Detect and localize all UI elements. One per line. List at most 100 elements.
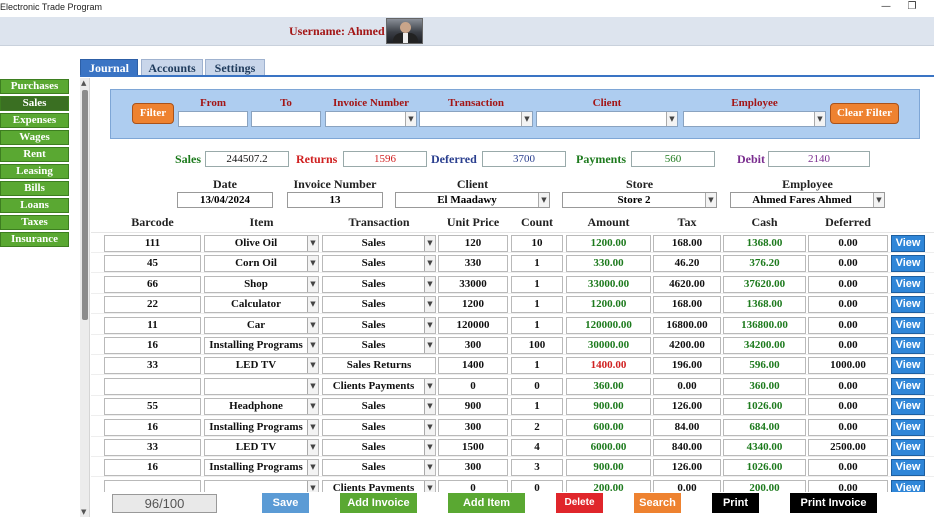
chevron-down-icon[interactable]: ▼ (424, 317, 435, 333)
transaction-select[interactable]: Sales ▼ (322, 398, 436, 416)
view-button[interactable]: View (891, 296, 925, 314)
view-button[interactable]: View (891, 316, 925, 334)
transaction-select[interactable]: Sales ▼ (322, 235, 436, 252)
tab-journal[interactable]: Journal (80, 59, 138, 76)
client-select[interactable]: El Maadawy ▼ (395, 192, 550, 208)
client-filter[interactable]: ▼ (536, 111, 678, 127)
chevron-down-icon[interactable]: ▼ (424, 338, 435, 353)
view-button[interactable]: View (891, 275, 925, 293)
unit-price-cell[interactable]: 300 (438, 337, 508, 354)
menu-item-loans[interactable]: Loans (0, 198, 69, 213)
menu-item-leasing[interactable]: Leasing (0, 164, 69, 179)
chevron-down-icon[interactable]: ▼ (307, 276, 318, 292)
invoice-number-filter[interactable]: ▼ (325, 111, 417, 127)
date-input[interactable]: 13/04/2024 (177, 192, 273, 208)
item-select[interactable]: ▼ (204, 377, 319, 395)
view-button[interactable]: View (891, 459, 925, 477)
chevron-down-icon[interactable]: ▼ (705, 193, 716, 207)
transaction-select[interactable]: Sales ▼ (322, 255, 436, 273)
item-select[interactable]: Corn Oil ▼ (204, 255, 319, 273)
scroll-up-icon[interactable]: ▲ (81, 79, 86, 87)
barcode-cell[interactable]: 16 (104, 459, 201, 477)
view-button[interactable]: View (891, 439, 925, 456)
count-cell[interactable]: 4 (511, 439, 563, 456)
barcode-cell[interactable] (104, 377, 201, 395)
chevron-down-icon[interactable]: ▼ (405, 112, 416, 126)
chevron-down-icon[interactable]: ▼ (521, 112, 532, 126)
add-invoice-button[interactable]: Add Invoice (340, 493, 417, 513)
item-select[interactable]: Installing Programs ▼ (204, 337, 319, 354)
view-button[interactable]: View (891, 398, 925, 416)
menu-item-wages[interactable]: Wages (0, 130, 69, 145)
unit-price-cell[interactable]: 900 (438, 398, 508, 416)
chevron-down-icon[interactable]: ▼ (424, 419, 435, 435)
chevron-down-icon[interactable]: ▼ (307, 399, 318, 415)
transaction-filter[interactable]: ▼ (419, 111, 533, 127)
filter-button[interactable]: Filter (132, 103, 174, 124)
add-item-button[interactable]: Add Item (448, 493, 525, 513)
chevron-down-icon[interactable]: ▼ (307, 297, 318, 313)
view-button[interactable]: View (891, 479, 925, 492)
invoice-number-input[interactable]: 13 (287, 192, 383, 208)
unit-price-cell[interactable]: 1200 (438, 296, 508, 314)
view-button[interactable]: View (891, 377, 925, 395)
count-cell[interactable]: 100 (511, 337, 563, 354)
view-button[interactable]: View (891, 235, 925, 252)
chevron-down-icon[interactable]: ▼ (814, 112, 825, 126)
chevron-down-icon[interactable]: ▼ (307, 460, 318, 476)
view-button[interactable]: View (891, 418, 925, 436)
chevron-down-icon[interactable]: ▼ (307, 236, 318, 251)
count-cell[interactable]: 1 (511, 357, 563, 375)
restore-icon[interactable]: ❐ (902, 1, 922, 12)
transaction-select[interactable]: Sales ▼ (322, 418, 436, 436)
unit-price-cell[interactable]: 1400 (438, 357, 508, 375)
barcode-cell[interactable]: 33 (104, 357, 201, 375)
barcode-cell[interactable]: 55 (104, 398, 201, 416)
scroll-thumb[interactable] (82, 90, 88, 320)
item-select[interactable]: Shop ▼ (204, 275, 319, 293)
item-select[interactable]: LED TV ▼ (204, 439, 319, 456)
transaction-select[interactable]: Sales ▼ (322, 459, 436, 477)
chevron-down-icon[interactable]: ▼ (666, 112, 677, 126)
count-cell[interactable]: 1 (511, 255, 563, 273)
menu-item-purchases[interactable]: Purchases (0, 79, 69, 94)
unit-price-cell[interactable]: 120000 (438, 316, 508, 334)
chevron-down-icon[interactable]: ▼ (307, 338, 318, 353)
count-cell[interactable]: 1 (511, 296, 563, 314)
unit-price-cell[interactable]: 120 (438, 235, 508, 252)
barcode-cell[interactable]: 45 (104, 255, 201, 273)
item-select[interactable]: Installing Programs ▼ (204, 418, 319, 436)
barcode-cell[interactable]: 33 (104, 439, 201, 456)
chevron-down-icon[interactable]: ▼ (307, 358, 318, 374)
unit-price-cell[interactable]: 1500 (438, 439, 508, 456)
tab-accounts[interactable]: Accounts (141, 59, 203, 76)
chevron-down-icon[interactable]: ▼ (424, 480, 435, 492)
count-cell[interactable]: 0 (511, 479, 563, 492)
menu-item-rent[interactable]: Rent (0, 147, 69, 162)
unit-price-cell[interactable]: 33000 (438, 275, 508, 293)
transaction-select[interactable]: Sales ▼ (322, 439, 436, 456)
item-select[interactable]: Olive Oil ▼ (204, 235, 319, 252)
search-button[interactable]: Search (634, 493, 681, 513)
print-button[interactable]: Print (712, 493, 759, 513)
employee-select[interactable]: Ahmed Fares Ahmed ▼ (730, 192, 885, 208)
chevron-down-icon[interactable]: ▼ (307, 440, 318, 455)
chevron-down-icon[interactable]: ▼ (307, 256, 318, 272)
menu-item-sales[interactable]: Sales (0, 96, 69, 111)
item-select[interactable]: ▼ (204, 479, 319, 492)
transaction-select[interactable]: Clients Payments ▼ (322, 377, 436, 395)
barcode-cell[interactable]: 111 (104, 235, 201, 252)
chevron-down-icon[interactable]: ▼ (307, 378, 318, 394)
transaction-select[interactable]: Sales ▼ (322, 337, 436, 354)
item-select[interactable]: Car ▼ (204, 316, 319, 334)
transaction-select[interactable]: Sales Returns (322, 357, 436, 375)
chevron-down-icon[interactable]: ▼ (424, 440, 435, 455)
chevron-down-icon[interactable]: ▼ (424, 236, 435, 251)
count-cell[interactable]: 10 (511, 235, 563, 252)
store-select[interactable]: Store 2 ▼ (562, 192, 717, 208)
chevron-down-icon[interactable]: ▼ (307, 480, 318, 492)
minimize-icon[interactable]: — (876, 1, 896, 12)
barcode-cell[interactable]: 11 (104, 316, 201, 334)
menu-item-taxes[interactable]: Taxes (0, 215, 69, 230)
menu-item-insurance[interactable]: Insurance (0, 232, 69, 247)
